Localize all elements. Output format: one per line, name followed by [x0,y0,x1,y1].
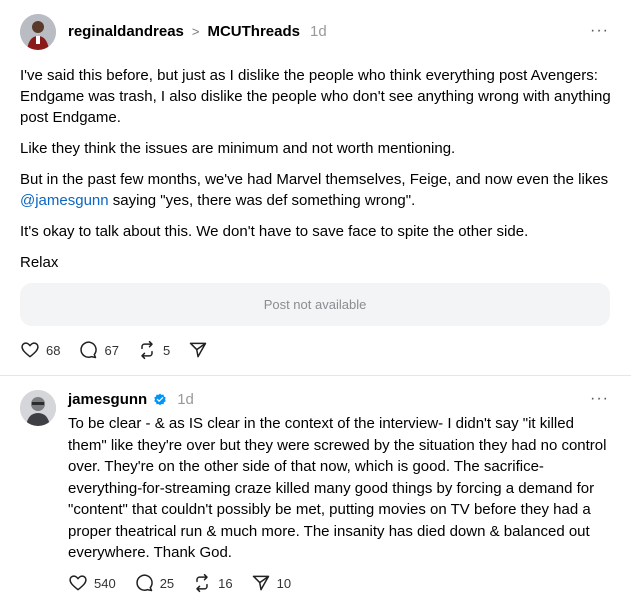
avatar-image [20,390,56,426]
verified-badge-icon [154,393,166,405]
post-body: I've said this before, but just as I dis… [20,65,620,283]
like-count: 68 [46,342,61,358]
paragraph-text: But in the past few months, we've had Ma… [20,171,609,188]
comment-icon [80,341,98,359]
avatar[interactable] [20,390,56,426]
thread-post-2: jamesgunn 1d ··· To be clear - & as IS c… [0,376,631,608]
thread-post-1: reginaldandreas > MCUThreads 1d ··· I've… [0,0,631,375]
like-count: 540 [94,575,116,591]
more-options-icon[interactable]: ··· [590,390,609,408]
like-button[interactable]: 68 [20,340,60,360]
username[interactable]: reginaldandreas [68,23,184,40]
paragraph: It's okay to talk about this. We don't h… [20,223,529,240]
embedded-post-placeholder: Post not available [20,283,610,326]
reply-count: 67 [104,342,119,358]
paragraph: But in the past few months, we've had Ma… [20,169,620,211]
repost-button[interactable]: 16 [192,573,233,593]
post-header: jamesgunn 1d [68,391,194,408]
send-icon [189,342,207,358]
share-count: 10 [276,575,292,591]
reply-count: 25 [159,575,175,591]
repost-count: 16 [218,575,233,591]
like-button[interactable]: 540 [68,573,116,593]
reply-button[interactable]: 25 [134,573,174,593]
repost-icon [196,573,208,593]
chevron-right-icon: > [191,24,200,39]
paragraph: To be clear - & as IS clear in the conte… [68,415,607,561]
post-body: To be clear - & as IS clear in the conte… [68,413,613,564]
mention-link[interactable]: @jamesgunn [20,192,109,209]
paragraph: I've said this before, but just as I dis… [20,67,611,126]
action-bar: 68 67 5 [20,340,232,360]
reply-button[interactable]: 67 [78,340,119,360]
comment-icon [136,574,153,592]
timestamp: 1d [310,23,327,40]
heart-icon [69,575,87,591]
heart-icon [21,342,39,358]
avatar[interactable] [20,14,56,50]
embed-text: Post not available [263,297,367,312]
repost-icon [141,340,153,360]
send-icon [252,575,269,591]
action-bar: 540 25 16 10 [68,573,309,593]
avatar-image [20,14,56,50]
community-name[interactable]: MCUThreads [207,23,300,40]
repost-count: 5 [162,342,171,358]
username[interactable]: jamesgunn [68,391,147,408]
more-options-icon[interactable]: ··· [590,22,609,40]
timestamp: 1d [177,391,194,408]
share-button[interactable]: 10 [251,573,291,593]
paragraph-text: saying "yes, there was def something wro… [108,192,416,209]
repost-button[interactable]: 5 [137,340,170,360]
paragraph: Like they think the issues are minimum a… [20,140,456,157]
share-button[interactable] [188,340,214,360]
post-header: reginaldandreas > MCUThreads 1d [68,23,327,40]
paragraph: Relax [20,254,59,271]
